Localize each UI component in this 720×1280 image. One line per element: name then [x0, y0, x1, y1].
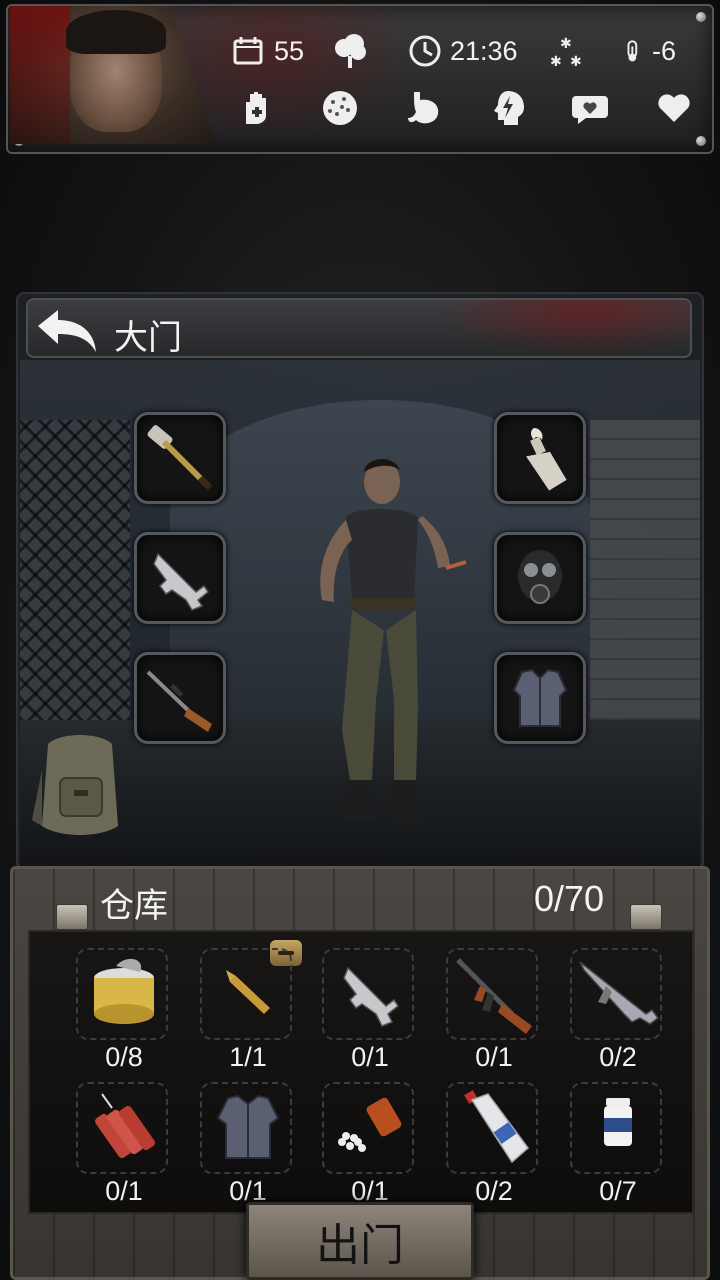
- equip-slot-body[interactable]: [494, 652, 586, 744]
- molotov-icon: [526, 428, 567, 491]
- warehouse-title: 仓库: [100, 887, 168, 925]
- survivor-character[interactable]: [290, 450, 490, 850]
- blood-splatter: [10, 6, 70, 144]
- body-armor-icon: [216, 1094, 280, 1159]
- item-count: 0/1: [475, 1042, 513, 1072]
- warehouse-item[interactable]: 0/1: [76, 1082, 172, 1212]
- warehouse-item[interactable]: 0/2: [446, 1082, 542, 1212]
- screw-decoration: [696, 12, 706, 22]
- health-heart-icon[interactable]: [654, 88, 694, 128]
- days-stat: 55: [232, 34, 304, 68]
- bullet-icon: [226, 970, 270, 1014]
- temperature-stat: -6: [622, 34, 676, 68]
- days-value: 55: [274, 35, 305, 66]
- gas-mask-icon: [518, 550, 562, 604]
- pills-bottle-icon: [338, 1097, 402, 1152]
- warehouse-item[interactable]: 0/7: [570, 1082, 666, 1212]
- dynamite-icon: [95, 1093, 155, 1159]
- warehouse-item[interactable]: 1/1: [200, 948, 296, 1078]
- submachine-gun-icon: [579, 961, 660, 1025]
- svg-text:✱: ✱: [550, 54, 562, 70]
- temperature-value: -6: [652, 35, 677, 66]
- assault-rifle-icon: [456, 958, 532, 1034]
- item-count: 0/1: [105, 1176, 143, 1206]
- snow-icon: ✱ ✱ ✱: [550, 36, 582, 70]
- infection-icon[interactable]: [320, 88, 360, 128]
- energy-head-icon[interactable]: [488, 88, 528, 128]
- warehouse-item[interactable]: 0/1: [322, 1082, 418, 1212]
- pistol-icon: [343, 966, 400, 1027]
- warehouse-capacity: 0/70: [534, 878, 605, 919]
- warehouse-item[interactable]: 0/2: [570, 948, 666, 1078]
- item-count: 0/7: [599, 1176, 637, 1206]
- canned-food-icon: [94, 958, 154, 1024]
- time-value: 21:36: [450, 35, 518, 66]
- backpack-icon[interactable]: [30, 730, 130, 840]
- weather-icon: [335, 34, 366, 68]
- equip-slot-throwable[interactable]: [494, 412, 586, 504]
- latch-decoration: [630, 904, 662, 930]
- alcohol-bottle-icon: [464, 1090, 530, 1164]
- clock-icon: [409, 35, 441, 67]
- item-count: 0/8: [105, 1042, 143, 1072]
- item-count: 0/2: [599, 1042, 637, 1072]
- warehouse-item[interactable]: 0/1: [322, 948, 418, 1078]
- body-armor-icon: [512, 668, 568, 727]
- hunting-rifle-icon: [146, 670, 212, 732]
- latch-decoration: [56, 904, 88, 930]
- sledgehammer-icon: [147, 425, 213, 491]
- warehouse-item[interactable]: 0/1: [200, 1082, 296, 1212]
- time-stat: 21:36: [408, 34, 518, 68]
- equip-slot-head[interactable]: [494, 532, 586, 624]
- equip-slot-sidearm[interactable]: [134, 532, 226, 624]
- tiled-wall: [590, 420, 700, 750]
- svg-text:✱: ✱: [570, 54, 582, 70]
- location-title: 大门: [114, 319, 182, 357]
- equip-slot-rifle[interactable]: [134, 652, 226, 744]
- wall-grate: [20, 420, 130, 720]
- svg-text:✱: ✱: [560, 36, 572, 52]
- item-count: 1/1: [229, 1042, 267, 1072]
- warehouse-item[interactable]: 0/1: [446, 948, 542, 1078]
- stomach-icon[interactable]: [404, 88, 444, 128]
- pistol-icon: [153, 552, 210, 611]
- calendar-icon: [233, 37, 263, 65]
- bandage-hand-icon[interactable]: [238, 88, 278, 128]
- mood-icon[interactable]: [570, 88, 610, 128]
- go-out-button[interactable]: 出门: [246, 1202, 474, 1280]
- medicine-jar-icon: [604, 1098, 632, 1146]
- equip-slot-melee[interactable]: [134, 412, 226, 504]
- portrait-hair: [66, 10, 166, 54]
- warehouse-item[interactable]: 0/8: [76, 948, 172, 1078]
- item-count: 0/1: [351, 1042, 389, 1072]
- back-arrow-icon[interactable]: [34, 306, 100, 356]
- screw-decoration: [696, 136, 706, 146]
- thermometer-icon: [627, 40, 638, 62]
